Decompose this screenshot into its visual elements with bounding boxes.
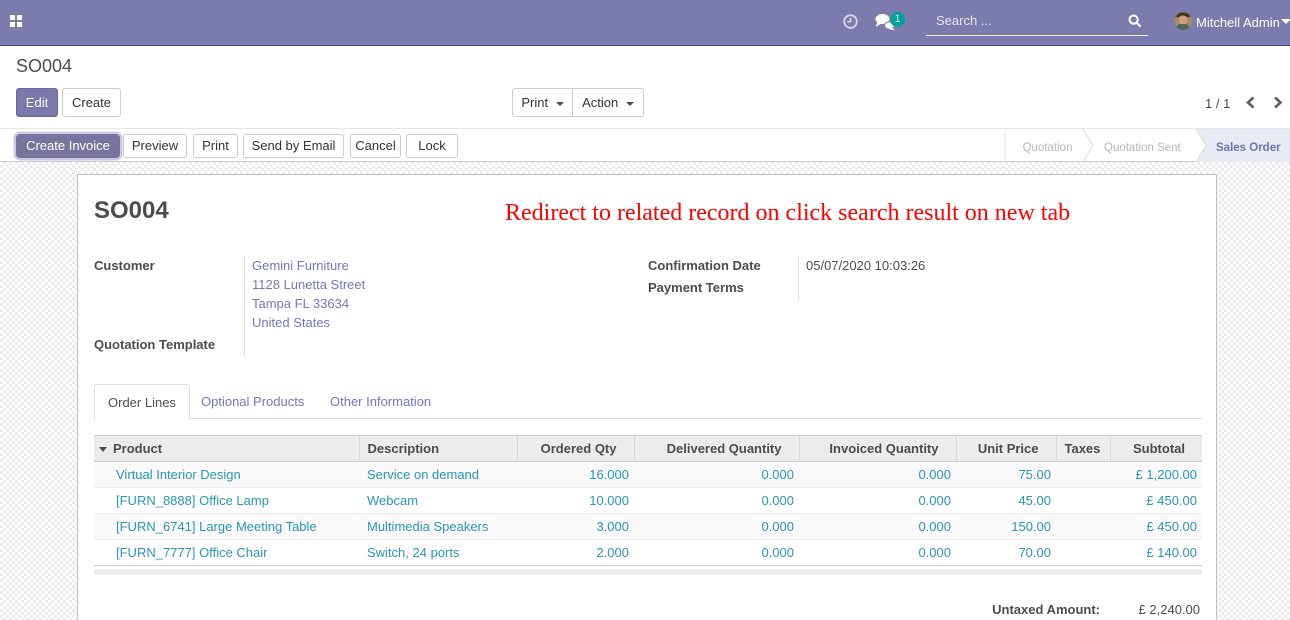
svg-text:Sales Order: Sales Order — [1216, 142, 1281, 154]
svg-text:Quotation Sent: Quotation Sent — [1104, 142, 1182, 154]
svg-text:Quotation: Quotation — [1023, 142, 1073, 154]
